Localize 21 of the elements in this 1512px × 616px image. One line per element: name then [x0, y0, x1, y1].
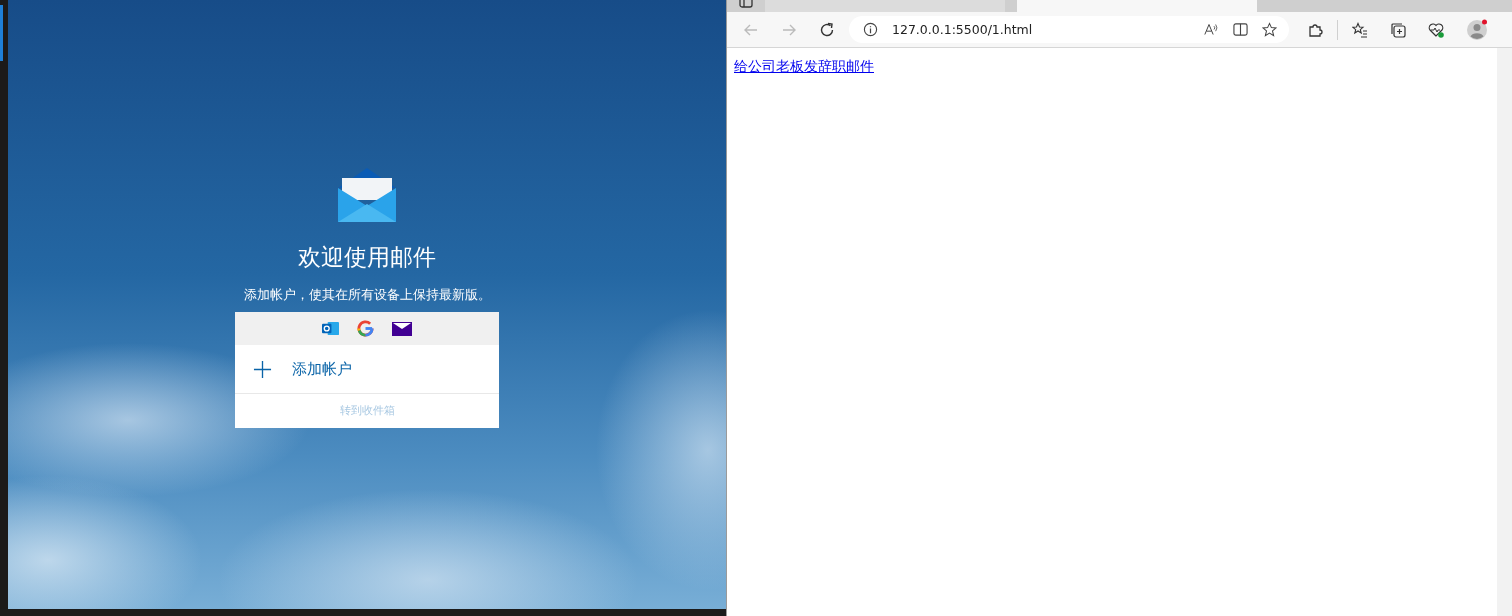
url-text: 127.0.0.1:5500/1.html: [892, 22, 1033, 37]
extensions-icon[interactable]: [1307, 21, 1323, 38]
refresh-icon[interactable]: [819, 21, 835, 38]
address-bar[interactable]: 127.0.0.1:5500/1.html: [849, 16, 1289, 43]
favorites-icon[interactable]: [1352, 21, 1368, 38]
active-indicator: [0, 5, 3, 61]
read-aloud-icon[interactable]: [1204, 22, 1219, 37]
google-icon: [357, 320, 374, 337]
star-icon[interactable]: [1262, 22, 1277, 37]
split-screen-icon[interactable]: [1233, 22, 1248, 37]
heart-pulse-icon[interactable]: [1428, 21, 1444, 38]
resignation-email-link[interactable]: 给公司老板发辞职邮件: [734, 58, 874, 74]
envelope-icon: [392, 320, 412, 337]
info-icon[interactable]: [863, 22, 878, 37]
profile-avatar-icon[interactable]: [1466, 18, 1488, 41]
collections-icon[interactable]: [1390, 21, 1406, 38]
welcome-subtitle: 添加帐户，使其在所有设备上保持最新版。: [243, 287, 491, 304]
outlook-icon: [322, 320, 339, 337]
envelope-icon: [338, 168, 396, 222]
welcome-title: 欢迎使用邮件: [298, 243, 436, 272]
plus-icon: [253, 359, 272, 379]
